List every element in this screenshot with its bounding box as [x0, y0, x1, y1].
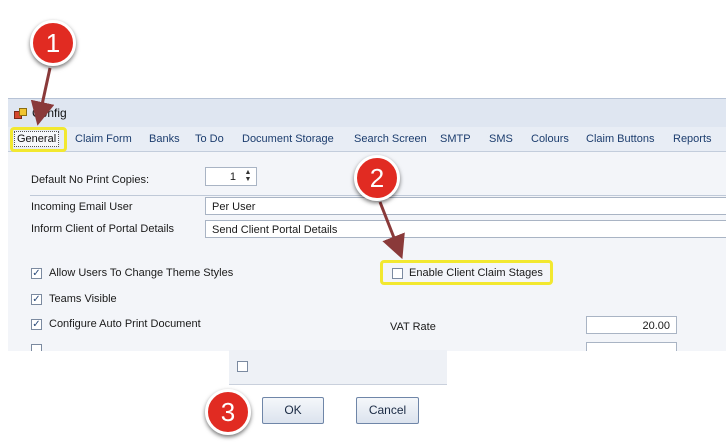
callout-badge-2: 2: [354, 155, 400, 201]
cut-off-checkbox-2[interactable]: [237, 361, 248, 372]
arrow-2: [378, 201, 405, 260]
arrow-1: [30, 67, 55, 126]
callout-badge-3: 3: [205, 389, 251, 435]
callout-badge-1: 1: [30, 20, 76, 66]
dialog-footer-fragment: [229, 350, 447, 385]
cancel-button[interactable]: Cancel: [356, 397, 419, 424]
ok-button[interactable]: OK: [262, 397, 324, 424]
